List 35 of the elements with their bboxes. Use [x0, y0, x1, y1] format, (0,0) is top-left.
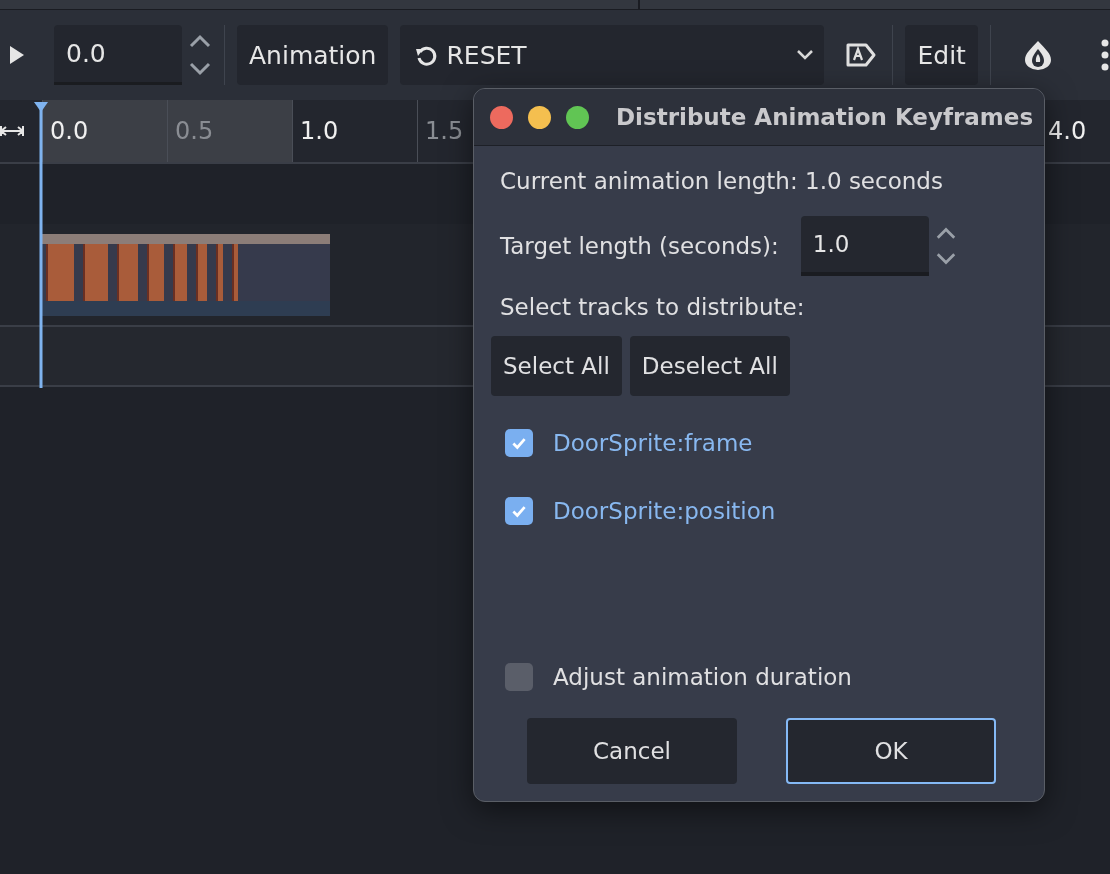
time-field[interactable]: 0.0 — [54, 25, 182, 85]
zoom-icon[interactable] — [566, 105, 589, 129]
minimize-icon[interactable] — [528, 105, 551, 129]
checkbox[interactable] — [505, 429, 533, 457]
checkbox[interactable] — [505, 497, 533, 525]
time-tick-label: 0.0 — [50, 117, 89, 145]
select-all-button[interactable]: Select All — [491, 336, 622, 396]
track-name[interactable]: DoorSprite:frame — [553, 430, 753, 456]
animation-dropdown[interactable]: RESET — [400, 25, 825, 85]
time-tick-label: 4.0 — [1048, 117, 1087, 145]
spinner-arrows-icon[interactable] — [188, 32, 212, 78]
playhead[interactable] — [31, 102, 51, 388]
track-name[interactable]: DoorSprite:position — [553, 498, 776, 524]
time-tick-label: 1.5 — [425, 117, 464, 145]
onion-icon[interactable] — [1022, 39, 1053, 71]
time-tick-label: 0.5 — [175, 117, 214, 145]
caret-icon — [796, 49, 815, 61]
more-icon[interactable] — [1100, 39, 1109, 71]
time-tick-label: 1.0 — [300, 117, 339, 145]
current-length-label: Current animation length: 1.0 seconds — [500, 168, 944, 194]
adjust-duration-label[interactable]: Adjust animation duration — [553, 664, 852, 690]
tag-icon[interactable] — [846, 42, 877, 68]
checkbox[interactable] — [505, 663, 533, 691]
close-icon[interactable] — [490, 105, 513, 129]
deselect-all-button[interactable]: Deselect All — [629, 336, 790, 396]
target-length-field[interactable]: 1.0 — [800, 216, 929, 276]
cancel-button[interactable]: Cancel — [527, 718, 737, 784]
edit-button[interactable]: Edit — [905, 25, 978, 85]
dialog-title: Distribute Animation Keyframes — [616, 104, 1034, 130]
tracks-label: Select tracks to distribute: — [500, 294, 806, 320]
play-icon[interactable] — [10, 46, 24, 64]
animation-button[interactable]: Animation — [237, 25, 389, 85]
target-length-label: Target length (seconds): — [500, 233, 779, 259]
ok-button[interactable]: OK — [786, 718, 996, 784]
fit-width-icon[interactable] — [0, 125, 24, 137]
